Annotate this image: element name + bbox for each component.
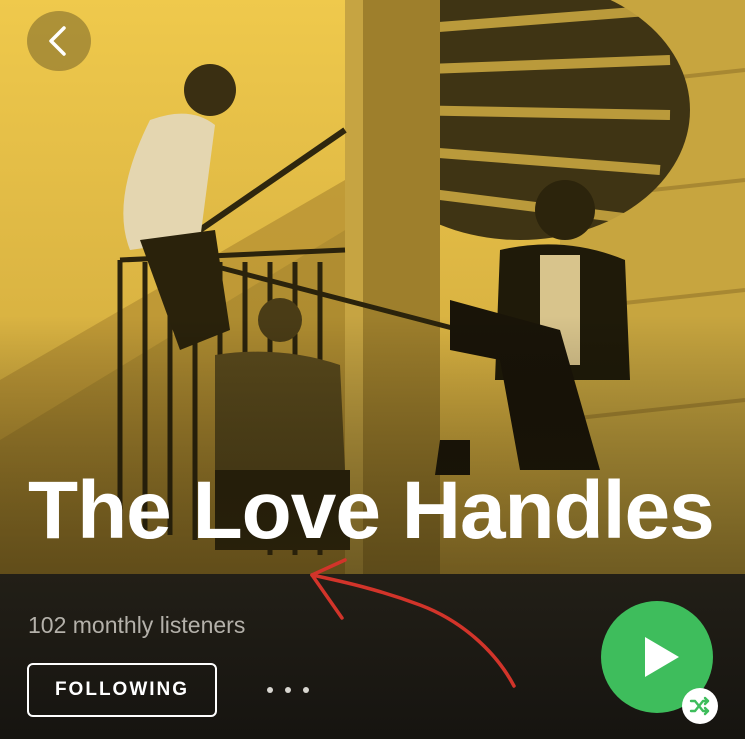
more-dot [303,687,309,693]
chevron-left-icon [49,26,66,56]
artist-actions-panel: 102 monthly listeners FOLLOWING [0,574,745,739]
artist-hero-image: The Love Handles [0,0,745,574]
more-dot [267,687,273,693]
more-options-button[interactable] [262,677,314,703]
more-dot [285,687,291,693]
following-button[interactable]: FOLLOWING [27,663,217,717]
monthly-listeners: 102 monthly listeners [28,612,246,638]
shuffle-toggle[interactable] [682,688,718,724]
artist-name: The Love Handles [28,465,715,556]
back-button[interactable] [27,11,91,71]
shuffle-icon [689,696,710,716]
